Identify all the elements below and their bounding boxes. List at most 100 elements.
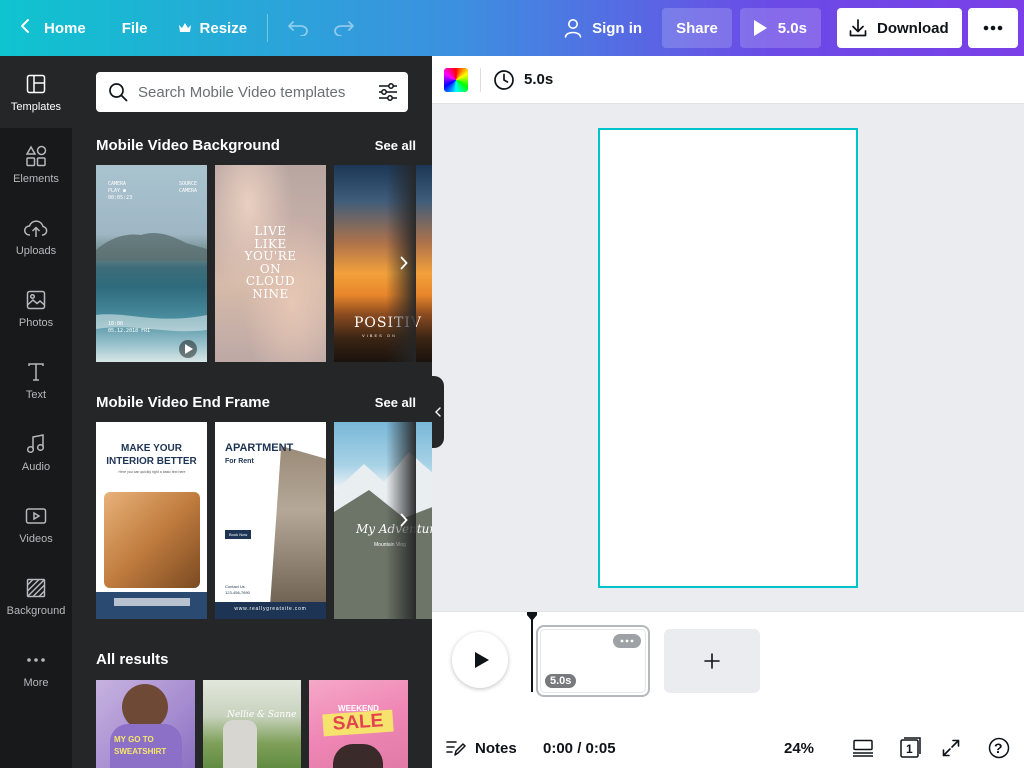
search-icon bbox=[108, 82, 128, 102]
help-button[interactable]: ? bbox=[988, 737, 1010, 759]
pages-icon: 1 bbox=[899, 737, 921, 759]
resize-label: Resize bbox=[199, 19, 248, 37]
rail-item-photos[interactable]: Photos bbox=[0, 272, 72, 344]
play-icon bbox=[752, 19, 768, 37]
search-box bbox=[96, 72, 408, 112]
undo-button[interactable] bbox=[278, 8, 318, 48]
rail-item-text[interactable]: Text bbox=[0, 344, 72, 416]
page-duration-badge: 5.0s bbox=[545, 674, 577, 688]
plus-icon bbox=[704, 653, 720, 669]
text-icon bbox=[24, 360, 48, 384]
see-all-link-background[interactable]: See all bbox=[375, 138, 416, 153]
download-icon bbox=[849, 19, 867, 37]
redo-icon bbox=[333, 20, 355, 36]
chevron-right-icon bbox=[400, 256, 408, 270]
template-thumb-interior[interactable]: MAKE YOUR INTERIOR BETTER Here you can q… bbox=[96, 422, 207, 619]
fullscreen-button[interactable] bbox=[942, 739, 960, 757]
background-icon bbox=[24, 576, 48, 600]
thumb-overlay-text: MY GO TO SWEATSHIRT bbox=[114, 735, 167, 756]
rail-item-videos[interactable]: Videos bbox=[0, 488, 72, 560]
template-thumb-mountains[interactable]: My Adventure Mountain Vlog bbox=[334, 422, 432, 619]
rail-item-uploads[interactable]: Uploads bbox=[0, 200, 72, 272]
thumb-overlay-text: Nellie & Sanne bbox=[227, 710, 297, 720]
template-row-end-frame: MAKE YOUR INTERIOR BETTER Here you can q… bbox=[96, 422, 432, 619]
filter-icon[interactable] bbox=[378, 82, 398, 102]
more-horizontal-icon bbox=[983, 25, 1003, 31]
page-options-button[interactable] bbox=[613, 634, 641, 648]
playhead[interactable] bbox=[531, 614, 533, 692]
play-preview-button[interactable]: 5.0s bbox=[739, 8, 821, 48]
template-thumb-beach[interactable]: CAMERA PLAY ● 00:05:23 SOURCE CAMERA 10:… bbox=[96, 165, 207, 362]
add-page-button[interactable] bbox=[664, 629, 760, 693]
template-thumb-weekend-sale[interactable]: WEEKEND SALE bbox=[309, 680, 408, 768]
download-label: Download bbox=[877, 19, 949, 37]
section-title-end-frame: Mobile Video End Frame bbox=[96, 394, 270, 411]
share-label: Share bbox=[676, 19, 718, 37]
resize-button[interactable]: Resize bbox=[168, 8, 258, 48]
rail-item-templates[interactable]: Templates bbox=[0, 56, 72, 128]
duration-label: 5.0s bbox=[524, 71, 554, 88]
rail-item-more[interactable]: More bbox=[0, 632, 72, 704]
background-color-swatch[interactable] bbox=[444, 67, 468, 92]
help-glyph: ? bbox=[994, 740, 1003, 756]
row-next-button[interactable] bbox=[392, 508, 416, 532]
grid-view-button[interactable] bbox=[852, 739, 874, 757]
template-thumb-sweatshirt[interactable]: MY GO TO SWEATSHIRT bbox=[96, 680, 195, 768]
duration-button[interactable]: 5.0s bbox=[493, 69, 553, 91]
thumb-overlay-text: For Rent bbox=[225, 458, 254, 465]
thumb-person bbox=[223, 720, 257, 768]
template-thumb-clouds[interactable]: LIVE LIKE YOU'RE ON CLOUD NINE bbox=[215, 165, 326, 362]
play-icon bbox=[474, 651, 490, 669]
rail-label: Audio bbox=[21, 460, 51, 473]
thumb-building bbox=[270, 446, 326, 606]
notes-button[interactable]: Notes bbox=[446, 739, 517, 757]
rail-item-audio[interactable]: Audio bbox=[0, 416, 72, 488]
thumb-overlay-text: SALE bbox=[322, 709, 394, 737]
undo-icon bbox=[287, 20, 309, 36]
row-next-button[interactable] bbox=[392, 251, 416, 275]
page-count: 1 bbox=[906, 742, 913, 756]
template-thumb-apartment[interactable]: APARTMENT For Rent Book Now Contact Us 1… bbox=[215, 422, 326, 619]
thumb-overlay-text: 10:00 05.12.2018 FRI bbox=[108, 321, 151, 334]
expand-icon bbox=[942, 739, 960, 757]
timeline-play-button[interactable] bbox=[452, 632, 508, 688]
see-all-link-end-frame[interactable]: See all bbox=[375, 395, 416, 410]
top-bar: Home File Resize Sign in Share 5.0s Down… bbox=[0, 0, 1024, 56]
timeline-footer: Notes 0:00 / 0:05 24% 1 ? bbox=[432, 732, 1024, 764]
download-button[interactable]: Download bbox=[837, 8, 962, 48]
section-title-video-background: Mobile Video Background bbox=[96, 137, 280, 154]
template-thumb-nellie[interactable]: Nellie & Sanne bbox=[203, 680, 301, 768]
collapse-panel-button[interactable] bbox=[432, 376, 444, 448]
upload-icon bbox=[24, 216, 48, 240]
redo-button[interactable] bbox=[324, 8, 364, 48]
thumb-overlay-text: Book Now bbox=[225, 530, 252, 539]
file-menu-button[interactable]: File bbox=[112, 8, 158, 48]
search-input[interactable] bbox=[138, 83, 378, 101]
section-title-all-results: All results bbox=[96, 651, 169, 668]
notes-label: Notes bbox=[475, 739, 517, 757]
design-canvas[interactable] bbox=[598, 128, 858, 588]
rail-item-elements[interactable]: Elements bbox=[0, 128, 72, 200]
share-button[interactable]: Share bbox=[662, 8, 732, 48]
help-icon: ? bbox=[988, 737, 1010, 759]
elements-icon bbox=[24, 144, 48, 168]
rail-label: Videos bbox=[19, 532, 53, 545]
playhead-handle[interactable] bbox=[526, 609, 538, 621]
sign-in-label: Sign in bbox=[592, 19, 643, 37]
rail-label: Elements bbox=[13, 172, 59, 185]
canvas-toolbar: 5.0s bbox=[432, 56, 1024, 104]
more-horizontal-icon bbox=[620, 639, 634, 643]
page-thumbnail[interactable]: 5.0s bbox=[536, 625, 650, 697]
crown-icon bbox=[178, 22, 192, 34]
home-button[interactable]: Home bbox=[10, 8, 96, 48]
toolbar-divider bbox=[267, 14, 269, 42]
thumb-overlay-text: CAMERA PLAY ● 00:05:23 bbox=[108, 181, 133, 201]
sign-in-button[interactable]: Sign in bbox=[554, 8, 652, 48]
rail-item-background[interactable]: Background bbox=[0, 560, 72, 632]
page-count-button[interactable]: 1 bbox=[899, 737, 921, 759]
clock-icon bbox=[493, 69, 515, 91]
more-options-button[interactable] bbox=[968, 8, 1018, 48]
template-thumb-sunset[interactable]: POSITIV VIBES ON bbox=[334, 165, 432, 362]
zoom-level[interactable]: 24% bbox=[784, 740, 814, 757]
notes-icon bbox=[446, 739, 466, 757]
